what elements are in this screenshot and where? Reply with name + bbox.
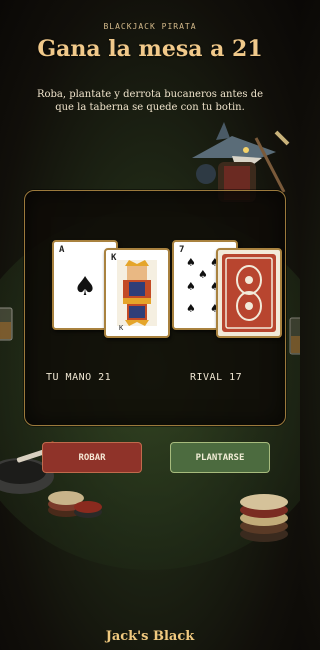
whisky-glass-icon [0,307,13,341]
svg-text:♠: ♠ [186,280,196,293]
card-back-pattern [222,254,276,332]
king-icon: K [117,260,157,332]
stand-button[interactable]: PLANTARSE [170,442,270,473]
game-eyebrow: BLACKJACK PIRATA [103,22,197,31]
rival-card-facedown [216,248,282,338]
card-rank: A [59,245,65,255]
rival-score: RIVAL 17 [190,372,243,383]
player-card-king: K K [104,248,170,338]
whisky-glass-icon [289,317,300,355]
page-title: Gana la mesa a 21 [37,36,263,62]
poker-chips-icon [48,491,102,518]
player-score: TU MANO 21 [46,372,112,383]
poker-chips-icon [240,494,288,542]
page-subtitle: Roba, plantate y derrota bucaneros antes… [36,89,264,113]
svg-text:♠: ♠ [186,302,196,315]
brand-logo: Jack's Black [105,629,195,644]
svg-text:♠: ♠ [198,268,208,281]
svg-text:♠: ♠ [186,256,196,269]
draw-button[interactable]: ROBAR [42,442,142,473]
